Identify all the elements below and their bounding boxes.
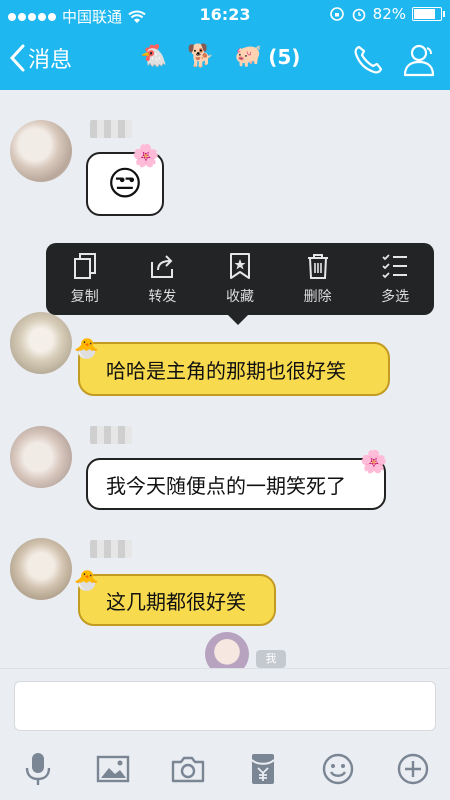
message-bubble[interactable]: 这几期都很好笑 xyxy=(78,574,276,626)
multiselect-icon xyxy=(382,254,408,279)
back-button[interactable]: 消息 xyxy=(8,42,72,74)
chat-area[interactable]: 😒 🌸 哈哈是主角的那期也很好笑 🐣 我今天随便点的一期笑死了 🌸 这几期都很好… xyxy=(0,90,450,665)
avatar[interactable] xyxy=(10,538,72,600)
message-context-menu: 复制 转发 收藏 删除 多选 xyxy=(46,243,434,325)
sender-name xyxy=(90,120,132,138)
status-bar: 中国联通 16:23 82% xyxy=(0,0,450,30)
menu-item-delete[interactable]: 删除 xyxy=(279,243,357,315)
back-chevron-icon xyxy=(9,44,25,72)
microphone-icon xyxy=(25,753,50,785)
menu-item-label: 转发 xyxy=(148,289,177,305)
message-input[interactable] xyxy=(14,681,436,731)
pig-emoji: 🐖 xyxy=(234,44,263,69)
battery-percent: 82% xyxy=(372,5,406,23)
message-text: 哈哈是主角的那期也很好笑 xyxy=(106,358,346,383)
nav-bar: 消息 🐔 🐕 🐖 (5) xyxy=(0,30,450,90)
chick-decoration: 🐣 xyxy=(74,336,99,360)
avatar[interactable] xyxy=(10,312,72,374)
battery-fill xyxy=(414,9,436,19)
alarm-icon xyxy=(352,8,365,22)
battery-icon xyxy=(412,7,445,21)
menu-item-multiselect[interactable]: 多选 xyxy=(356,243,434,315)
chat-title[interactable]: 🐔 🐕 🐖 (5) xyxy=(140,44,300,69)
forward-icon xyxy=(151,255,174,278)
status-right: 82% xyxy=(329,5,445,23)
more-button[interactable] xyxy=(393,749,433,789)
menu-item-label: 收藏 xyxy=(225,289,254,305)
input-area xyxy=(0,668,450,800)
image-icon xyxy=(96,755,129,783)
input-toolbar xyxy=(0,749,450,789)
camera-icon xyxy=(171,756,204,783)
menu-item-favorite[interactable]: 收藏 xyxy=(201,243,279,315)
self-badge: 我 xyxy=(256,650,286,668)
emoji-button[interactable] xyxy=(318,749,358,789)
image-button[interactable] xyxy=(93,749,133,789)
rotation-lock-icon xyxy=(329,7,344,21)
menu-item-forward[interactable]: 转发 xyxy=(124,243,202,315)
chick-decoration: 🐣 xyxy=(74,568,99,592)
chicken-emoji: 🐔 xyxy=(140,44,168,69)
sender-name xyxy=(90,540,132,558)
copy-icon xyxy=(73,253,96,279)
flower-decoration: 🌸 xyxy=(132,144,160,169)
trash-icon xyxy=(307,254,328,279)
message-text: 我今天随便点的一期笑死了 xyxy=(106,473,346,498)
menu-item-label: 复制 xyxy=(70,289,99,305)
menu-item-label: 多选 xyxy=(381,289,410,305)
message-bubble[interactable]: 哈哈是主角的那期也很好笑 xyxy=(78,342,390,396)
phone-icon[interactable] xyxy=(350,42,386,78)
flower-decoration: 🌸 xyxy=(360,450,388,475)
menu-item-label: 删除 xyxy=(303,289,332,305)
sender-name xyxy=(90,426,132,444)
avatar[interactable] xyxy=(10,426,72,488)
sticker: 😒 xyxy=(107,164,143,204)
back-label: 消息 xyxy=(28,48,73,73)
camera-button[interactable] xyxy=(168,749,208,789)
bookmark-icon xyxy=(229,253,250,279)
dog-emoji: 🐕 xyxy=(187,44,215,69)
message-text: 这几期都很好笑 xyxy=(106,589,246,614)
avatar[interactable] xyxy=(10,120,72,182)
plus-icon xyxy=(397,753,428,785)
contact-icon[interactable] xyxy=(400,42,440,78)
menu-item-copy[interactable]: 复制 xyxy=(46,243,124,315)
red-packet-button[interactable] xyxy=(243,749,283,789)
message-bubble[interactable]: 我今天随便点的一期笑死了 xyxy=(86,458,386,510)
member-count: (5) xyxy=(268,44,301,69)
voice-button[interactable] xyxy=(18,749,58,789)
emoji-icon xyxy=(322,753,353,785)
red-packet-icon xyxy=(250,754,275,784)
